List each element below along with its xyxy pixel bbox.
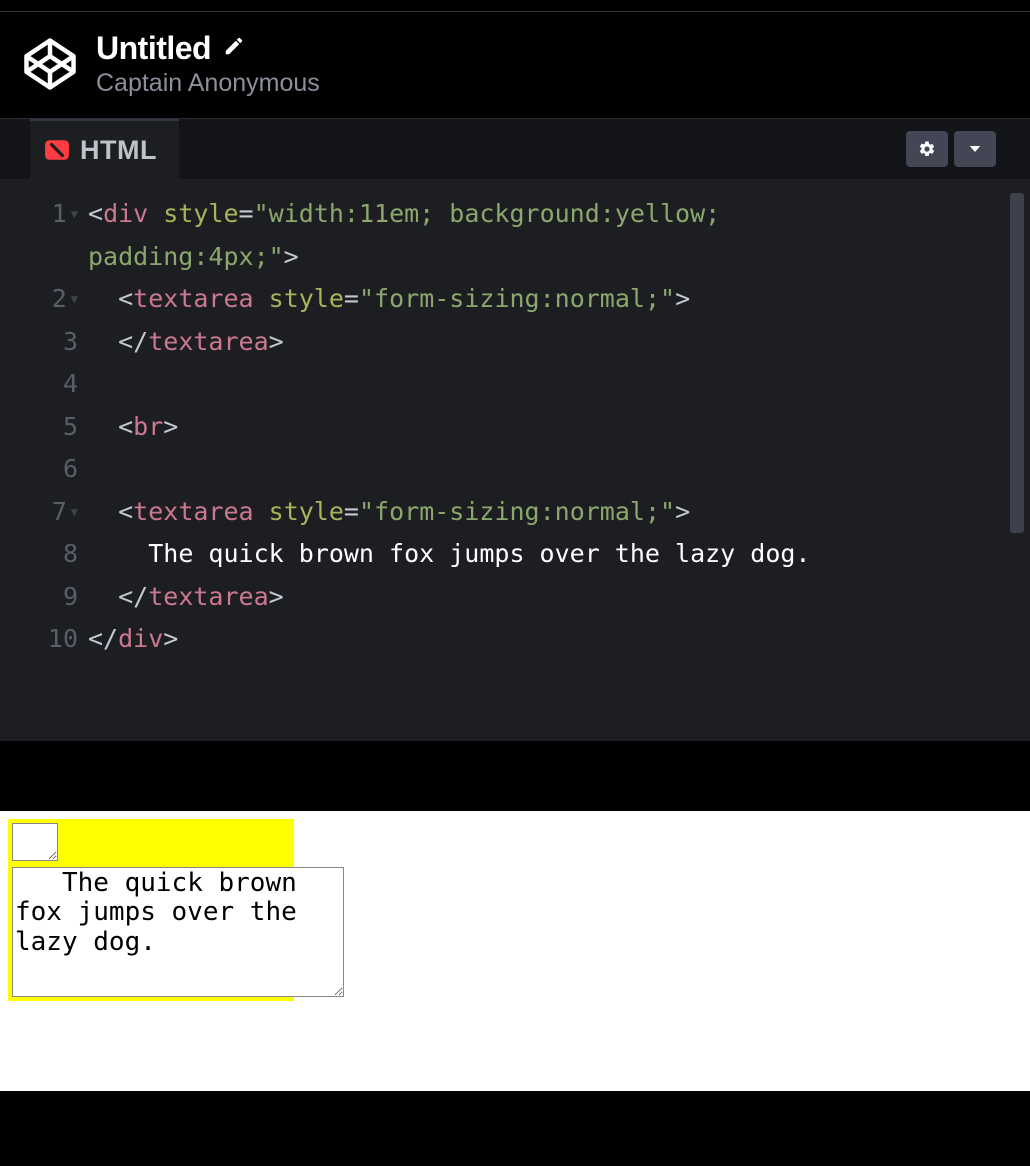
fold-icon[interactable]: ▼ bbox=[71, 502, 78, 522]
line-number: 7 bbox=[52, 491, 67, 534]
line-number: 9 bbox=[63, 576, 78, 619]
codepen-logo[interactable] bbox=[22, 36, 78, 92]
preview-textarea-1[interactable] bbox=[12, 823, 58, 861]
code-editor[interactable]: 1▼ <div style="width:11em; background:ye… bbox=[0, 179, 1030, 741]
fold-icon[interactable]: ▼ bbox=[71, 289, 78, 309]
chevron-down-icon bbox=[966, 140, 984, 158]
line-number: 4 bbox=[63, 363, 78, 406]
tab-bar: HTML bbox=[0, 119, 1030, 179]
tab-html[interactable]: HTML bbox=[30, 119, 179, 179]
preview-textarea-2[interactable] bbox=[12, 867, 344, 997]
editor-settings-button[interactable] bbox=[906, 131, 948, 167]
html-icon bbox=[44, 137, 70, 163]
line-number: 5 bbox=[63, 406, 78, 449]
header: Untitled Captain Anonymous bbox=[0, 12, 1030, 118]
line-number: 2 bbox=[52, 278, 67, 321]
pen-title[interactable]: Untitled bbox=[96, 30, 211, 67]
pen-author[interactable]: Captain Anonymous bbox=[96, 69, 320, 98]
edit-title-icon[interactable] bbox=[223, 35, 245, 62]
tab-label: HTML bbox=[80, 135, 157, 166]
preview-container bbox=[8, 819, 294, 1001]
line-number: 10 bbox=[48, 618, 78, 661]
editor-area: HTML 1▼ <div style="width:11em; backgrou… bbox=[0, 118, 1030, 741]
gear-icon bbox=[918, 140, 936, 158]
line-number: 1 bbox=[52, 193, 67, 236]
line-number: 8 bbox=[63, 533, 78, 576]
scrollbar[interactable] bbox=[1010, 193, 1024, 533]
preview-pane bbox=[0, 811, 1030, 1091]
line-number: 3 bbox=[63, 321, 78, 364]
pane-divider[interactable] bbox=[0, 741, 1030, 811]
editor-dropdown-button[interactable] bbox=[954, 131, 996, 167]
window-strip bbox=[0, 0, 1030, 12]
line-number: 6 bbox=[63, 448, 78, 491]
fold-icon[interactable]: ▼ bbox=[71, 204, 78, 224]
